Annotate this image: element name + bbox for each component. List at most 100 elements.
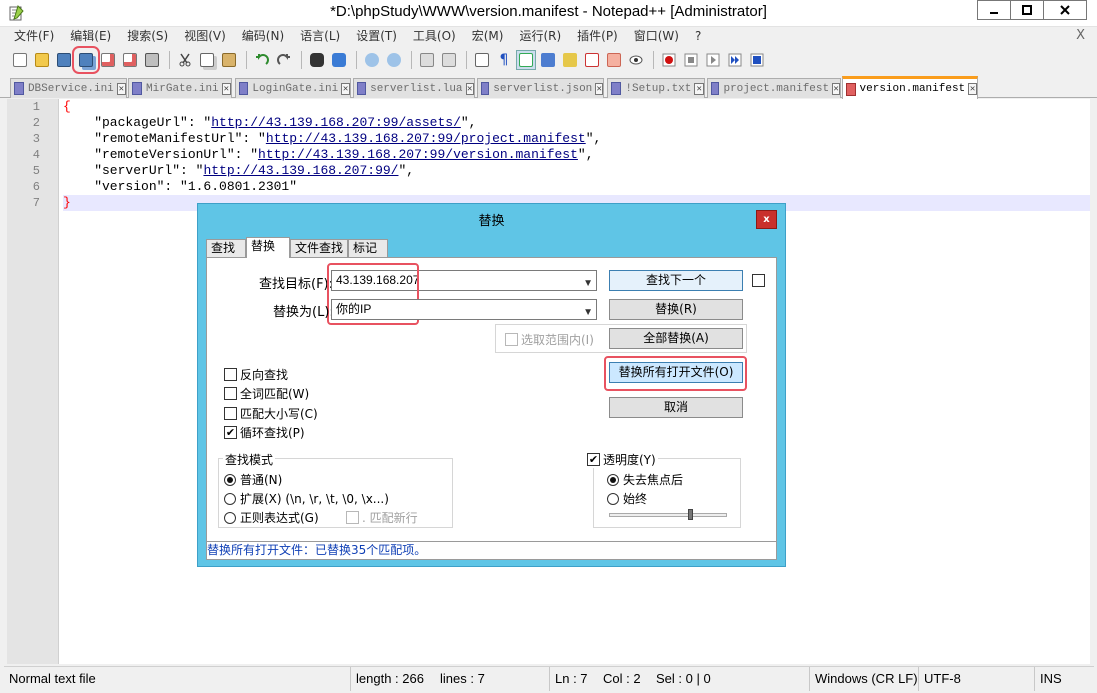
close-document-button[interactable]: X	[1076, 28, 1085, 43]
tab-dbservice[interactable]: DBService.ini ✕	[10, 78, 127, 98]
menu-edit[interactable]: 编辑(E)	[62, 27, 119, 46]
tab-logingate[interactable]: LoginGate.ini ✕	[235, 78, 351, 98]
play-macro-button[interactable]	[703, 50, 723, 70]
replace-input[interactable]: 你的IP ▼	[331, 299, 597, 320]
close-tab-button[interactable]: ✕	[116, 82, 126, 95]
show-all-chars-button[interactable]: ¶	[494, 50, 514, 70]
minimize-button[interactable]	[977, 0, 1011, 20]
close-tab-button[interactable]: ✕	[221, 82, 231, 95]
close-tab-button[interactable]: ✕	[465, 82, 474, 95]
close-tab-button[interactable]: ✕	[694, 82, 704, 95]
tab-project-manifest[interactable]: project.manifest ✕	[707, 78, 841, 98]
copy-button[interactable]	[197, 50, 217, 70]
status-eol[interactable]: Windows (CR LF)	[810, 667, 919, 691]
url-link[interactable]: http://43.139.168.207:99/	[203, 163, 398, 178]
sync-horizontal-button[interactable]	[439, 50, 459, 70]
new-file-button[interactable]	[10, 50, 30, 70]
monitoring-button[interactable]	[626, 50, 646, 70]
replace-all-button[interactable]: 全部替换(A)	[609, 328, 743, 349]
redo-button[interactable]	[274, 50, 294, 70]
run-macro-multiple-button[interactable]	[725, 50, 745, 70]
menu-search[interactable]: 搜索(S)	[119, 27, 176, 46]
always-radio[interactable]: 始终	[607, 490, 647, 507]
close-window-button[interactable]	[1043, 0, 1087, 20]
close-all-button[interactable]	[120, 50, 140, 70]
backward-checkbox[interactable]: 反向查找	[224, 366, 288, 383]
menu-tools[interactable]: 工具(O)	[405, 27, 464, 46]
cut-button[interactable]	[175, 50, 195, 70]
menu-encoding[interactable]: 编码(N)	[234, 27, 292, 46]
function-list-button[interactable]	[582, 50, 602, 70]
chevron-down-icon[interactable]: ▼	[583, 274, 593, 293]
menu-help[interactable]: ?	[687, 27, 709, 46]
undo-button[interactable]	[252, 50, 272, 70]
menu-window[interactable]: 窗口(W)	[626, 27, 687, 46]
menu-plugins[interactable]: 插件(P)	[569, 27, 626, 46]
sync-vertical-button[interactable]	[417, 50, 437, 70]
menu-language[interactable]: 语言(L)	[292, 27, 348, 46]
on-lose-focus-radio[interactable]: 失去焦点后	[607, 471, 683, 488]
save-button[interactable]	[54, 50, 74, 70]
slider-thumb[interactable]	[688, 509, 693, 520]
replace-button[interactable]	[329, 50, 349, 70]
tab-replace[interactable]: 替换	[246, 237, 290, 258]
status-encoding[interactable]: UTF-8	[919, 667, 1035, 691]
tab-find-in-files[interactable]: 文件查找	[290, 239, 348, 257]
menu-macro[interactable]: 宏(M)	[464, 27, 512, 46]
tab-version-manifest[interactable]: version.manifest ✕	[842, 76, 978, 99]
print-button[interactable]	[142, 50, 162, 70]
mode-extended-radio[interactable]: 扩展(X) (\n, \r, \t, \0, \x...)	[224, 490, 389, 507]
maximize-button[interactable]	[1010, 0, 1044, 20]
folder-workspace-button[interactable]	[604, 50, 624, 70]
code-area[interactable]: { "packageUrl": "http://43.139.168.207:9…	[63, 99, 1090, 211]
close-tab-button[interactable]: ✕	[968, 83, 977, 95]
close-tab-button[interactable]: ✕	[341, 82, 350, 95]
find-button[interactable]	[307, 50, 327, 70]
find-next-button[interactable]: 查找下一个	[609, 270, 743, 291]
tab-mirgate[interactable]: MirGate.ini ✕	[128, 78, 232, 98]
stop-macro-button[interactable]	[681, 50, 701, 70]
url-link[interactable]: http://43.139.168.207:99/project.manifes…	[266, 131, 586, 146]
record-macro-button[interactable]	[659, 50, 679, 70]
tab-serverlist-json[interactable]: serverlist.json ✕	[477, 78, 604, 98]
cancel-button[interactable]: 取消	[609, 397, 743, 418]
doc-map-button[interactable]	[560, 50, 580, 70]
language-button[interactable]	[538, 50, 558, 70]
zoom-in-button[interactable]	[362, 50, 382, 70]
url-link[interactable]: http://43.139.168.207:99/version.manifes…	[258, 147, 578, 162]
save-macro-button[interactable]	[747, 50, 767, 70]
whole-word-checkbox[interactable]: 全词匹配(W)	[224, 385, 309, 402]
save-all-button[interactable]	[72, 46, 100, 74]
dialog-close-button[interactable]: x	[756, 210, 777, 229]
open-file-button[interactable]	[32, 50, 52, 70]
code-line: "remoteManifestUrl": "http://43.139.168.…	[63, 131, 1090, 147]
menu-file[interactable]: 文件(F)	[6, 27, 62, 46]
chevron-down-icon[interactable]: ▼	[583, 303, 593, 322]
cut-icon	[179, 53, 191, 67]
in-selection-checkbox[interactable]: 选取范围内(I)	[505, 331, 594, 348]
close-tab-button[interactable]: ✕	[595, 82, 603, 95]
menu-view[interactable]: 视图(V)	[176, 27, 234, 46]
transparency-slider[interactable]	[609, 513, 727, 517]
paste-button[interactable]	[219, 50, 239, 70]
menu-settings[interactable]: 设置(T)	[348, 27, 405, 46]
tab-setup[interactable]: !Setup.txt ✕	[607, 78, 705, 98]
close-button[interactable]	[98, 50, 118, 70]
zoom-out-button[interactable]	[384, 50, 404, 70]
menu-run[interactable]: 运行(R)	[511, 27, 569, 46]
dot-matches-newline-checkbox[interactable]: . 匹配新行	[346, 509, 418, 526]
close-tab-button[interactable]: ✕	[832, 82, 840, 95]
wrap-around-checkbox[interactable]: ✔ 循环查找(P)	[224, 424, 305, 441]
tab-find[interactable]: 查找	[206, 239, 246, 257]
url-link[interactable]: http://43.139.168.207:99/assets/	[211, 115, 461, 130]
mode-normal-radio[interactable]: 普通(N)	[224, 471, 282, 488]
match-case-checkbox[interactable]: 匹配大小写(C)	[224, 405, 318, 422]
find-next-extra-checkbox[interactable]	[752, 274, 768, 287]
indent-guide-button[interactable]	[516, 50, 536, 70]
mode-regex-radio[interactable]: 正则表达式(G)	[224, 509, 319, 526]
tab-serverlist-lua[interactable]: serverlist.lua ✕	[353, 78, 475, 98]
replace-button[interactable]: 替换(R)	[609, 299, 743, 320]
transparency-checkbox[interactable]: ✔ 透明度(Y)	[587, 451, 658, 468]
word-wrap-button[interactable]	[472, 50, 492, 70]
tab-mark[interactable]: 标记	[348, 239, 388, 257]
